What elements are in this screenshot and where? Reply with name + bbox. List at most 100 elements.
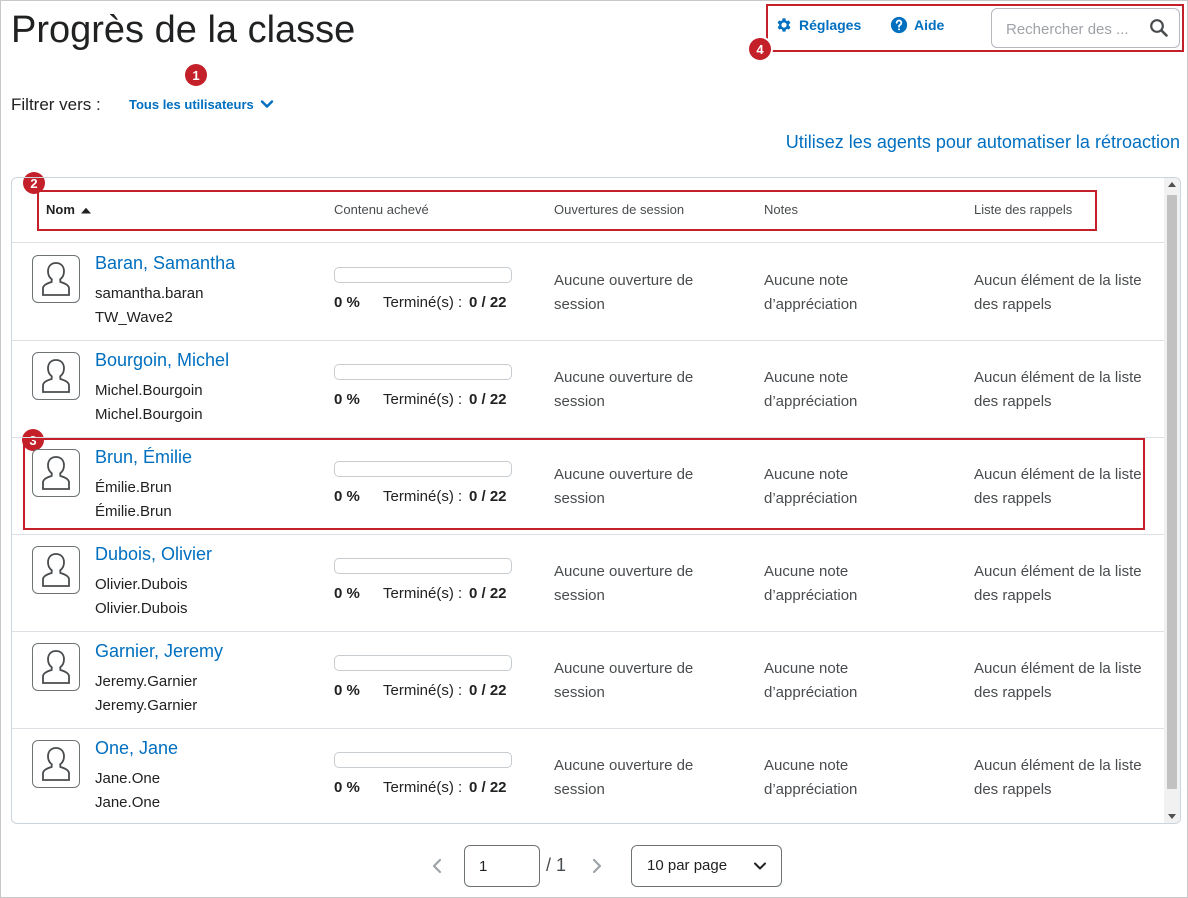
sessions-cell: Aucune ouverture de session [554,660,694,701]
grades-cell: Aucune note d’appréciation [764,369,858,410]
user-org-id: TW_Wave2 [95,309,173,326]
user-avatar-icon [32,449,80,497]
content-progress-percent: 0 % [334,294,360,311]
user-username: samantha.baran [95,285,204,302]
completed-label: Terminé(s) : [383,488,463,505]
search-icon[interactable] [1149,18,1169,43]
callout-box-header [37,190,1097,231]
user-avatar-icon [32,643,80,691]
chevron-down-icon [754,862,766,870]
content-progress-percent: 0 % [334,488,360,505]
page-total: / 1 [546,855,567,875]
completed-count: 0 / 22 [469,682,507,699]
user-name-link[interactable]: Baran, Samantha [95,253,235,274]
grades-cell: Aucune note d’appréciation [764,466,858,507]
help-label: Aide [914,17,945,33]
user-username: Émilie.Brun [95,479,172,496]
user-avatar-icon [32,255,80,303]
user-username: Michel.Bourgoin [95,382,203,399]
chevron-right-icon[interactable] [590,857,604,880]
completed-label: Terminé(s) : [383,391,463,408]
sessions-cell: Aucune ouverture de session [554,369,694,410]
user-avatar-icon [32,740,80,788]
callout-1: 1 [185,64,207,86]
grades-cell: Aucune note d’appréciation [764,563,858,604]
gear-icon [775,16,793,34]
progress-table: Nom Contenu achevé Ouvertures de session… [11,177,1181,824]
completed-count: 0 / 22 [469,779,507,796]
checklist-cell: Aucun élément de la liste des rappels [974,757,1142,798]
content-progress-bar [334,364,512,380]
agents-link[interactable]: Utilisez les agents pour automatiser la … [786,132,1180,153]
vertical-scrollbar[interactable] [1164,178,1180,823]
help-icon [890,16,908,34]
table-row: One, Jane Jane.One Jane.One 0 % Terminé(… [12,728,1165,823]
completed-label: Terminé(s) : [383,779,463,796]
table-header: Nom Contenu achevé Ouvertures de session… [12,178,1165,243]
user-name-link[interactable]: Bourgoin, Michel [95,350,229,371]
sessions-cell: Aucune ouverture de session [554,466,694,507]
grades-cell: Aucune note d’appréciation [764,757,858,798]
user-org-id: Michel.Bourgoin [95,406,203,423]
user-org-id: Émilie.Brun [95,503,172,520]
user-avatar-icon [32,546,80,594]
page-title: Progrès de la classe [11,9,356,51]
completed-count: 0 / 22 [469,585,507,602]
user-org-id: Olivier.Dubois [95,600,188,617]
table-row: Baran, Samantha samantha.baran TW_Wave2 … [12,243,1165,341]
completed-label: Terminé(s) : [383,682,463,699]
search-input[interactable] [1004,18,1148,40]
table-row: Garnier, Jeremy Jeremy.Garnier Jeremy.Ga… [12,631,1165,729]
filter-dropdown[interactable]: Tous les utilisateurs [129,97,274,112]
checklist-cell: Aucun élément de la liste des rappels [974,660,1142,701]
content-progress-percent: 0 % [334,585,360,602]
user-name-link[interactable]: Brun, Émilie [95,447,192,468]
content-progress-bar [334,461,512,477]
content-progress-bar [334,752,512,768]
callout-4: 4 [749,38,771,60]
user-username: Jeremy.Garnier [95,673,198,690]
user-name-link[interactable]: One, Jane [95,738,178,759]
content-progress-percent: 0 % [334,391,360,408]
search-box [991,8,1180,48]
content-progress-percent: 0 % [334,779,360,796]
user-username: Jane.One [95,770,161,787]
settings-label: Réglages [799,17,862,33]
content-progress-bar [334,267,512,283]
checklist-cell: Aucun élément de la liste des rappels [974,272,1142,313]
scrollbar-thumb[interactable] [1167,195,1177,789]
user-name-link[interactable]: Garnier, Jeremy [95,641,223,662]
content-progress-bar [334,655,512,671]
scroll-up-icon[interactable] [1168,182,1176,187]
content-progress-bar [334,558,512,574]
user-avatar-icon [32,352,80,400]
help-button[interactable]: Aide [890,16,944,34]
sessions-cell: Aucune ouverture de session [554,757,694,798]
sessions-cell: Aucune ouverture de session [554,272,694,313]
settings-button[interactable]: Réglages [775,16,861,34]
completed-count: 0 / 22 [469,391,507,408]
chevron-left-icon[interactable] [430,857,444,880]
table-row: Dubois, Olivier Olivier.Dubois Olivier.D… [12,534,1165,632]
filter-label: Filtrer vers : [11,95,101,114]
page-number-input[interactable] [464,845,540,887]
user-org-id: Jane.One [95,794,161,811]
completed-count: 0 / 22 [469,294,507,311]
checklist-cell: Aucun élément de la liste des rappels [974,563,1142,604]
user-username: Olivier.Dubois [95,576,188,593]
grades-cell: Aucune note d’appréciation [764,660,858,701]
user-org-id: Jeremy.Garnier [95,697,198,714]
filter-value: Tous les utilisateurs [129,97,254,112]
user-name-link[interactable]: Dubois, Olivier [95,544,212,565]
checklist-cell: Aucun élément de la liste des rappels [974,466,1142,507]
checklist-cell: Aucun élément de la liste des rappels [974,369,1142,410]
table-row: Brun, Émilie Émilie.Brun Émilie.Brun 0 %… [12,437,1165,535]
completed-count: 0 / 22 [469,488,507,505]
table-row: Bourgoin, Michel Michel.Bourgoin Michel.… [12,340,1165,438]
chevron-down-icon [260,97,274,112]
grades-cell: Aucune note d’appréciation [764,272,858,313]
sessions-cell: Aucune ouverture de session [554,563,694,604]
scroll-down-icon[interactable] [1168,814,1176,819]
content-progress-percent: 0 % [334,682,360,699]
per-page-select[interactable]: 10 par page [631,845,782,887]
